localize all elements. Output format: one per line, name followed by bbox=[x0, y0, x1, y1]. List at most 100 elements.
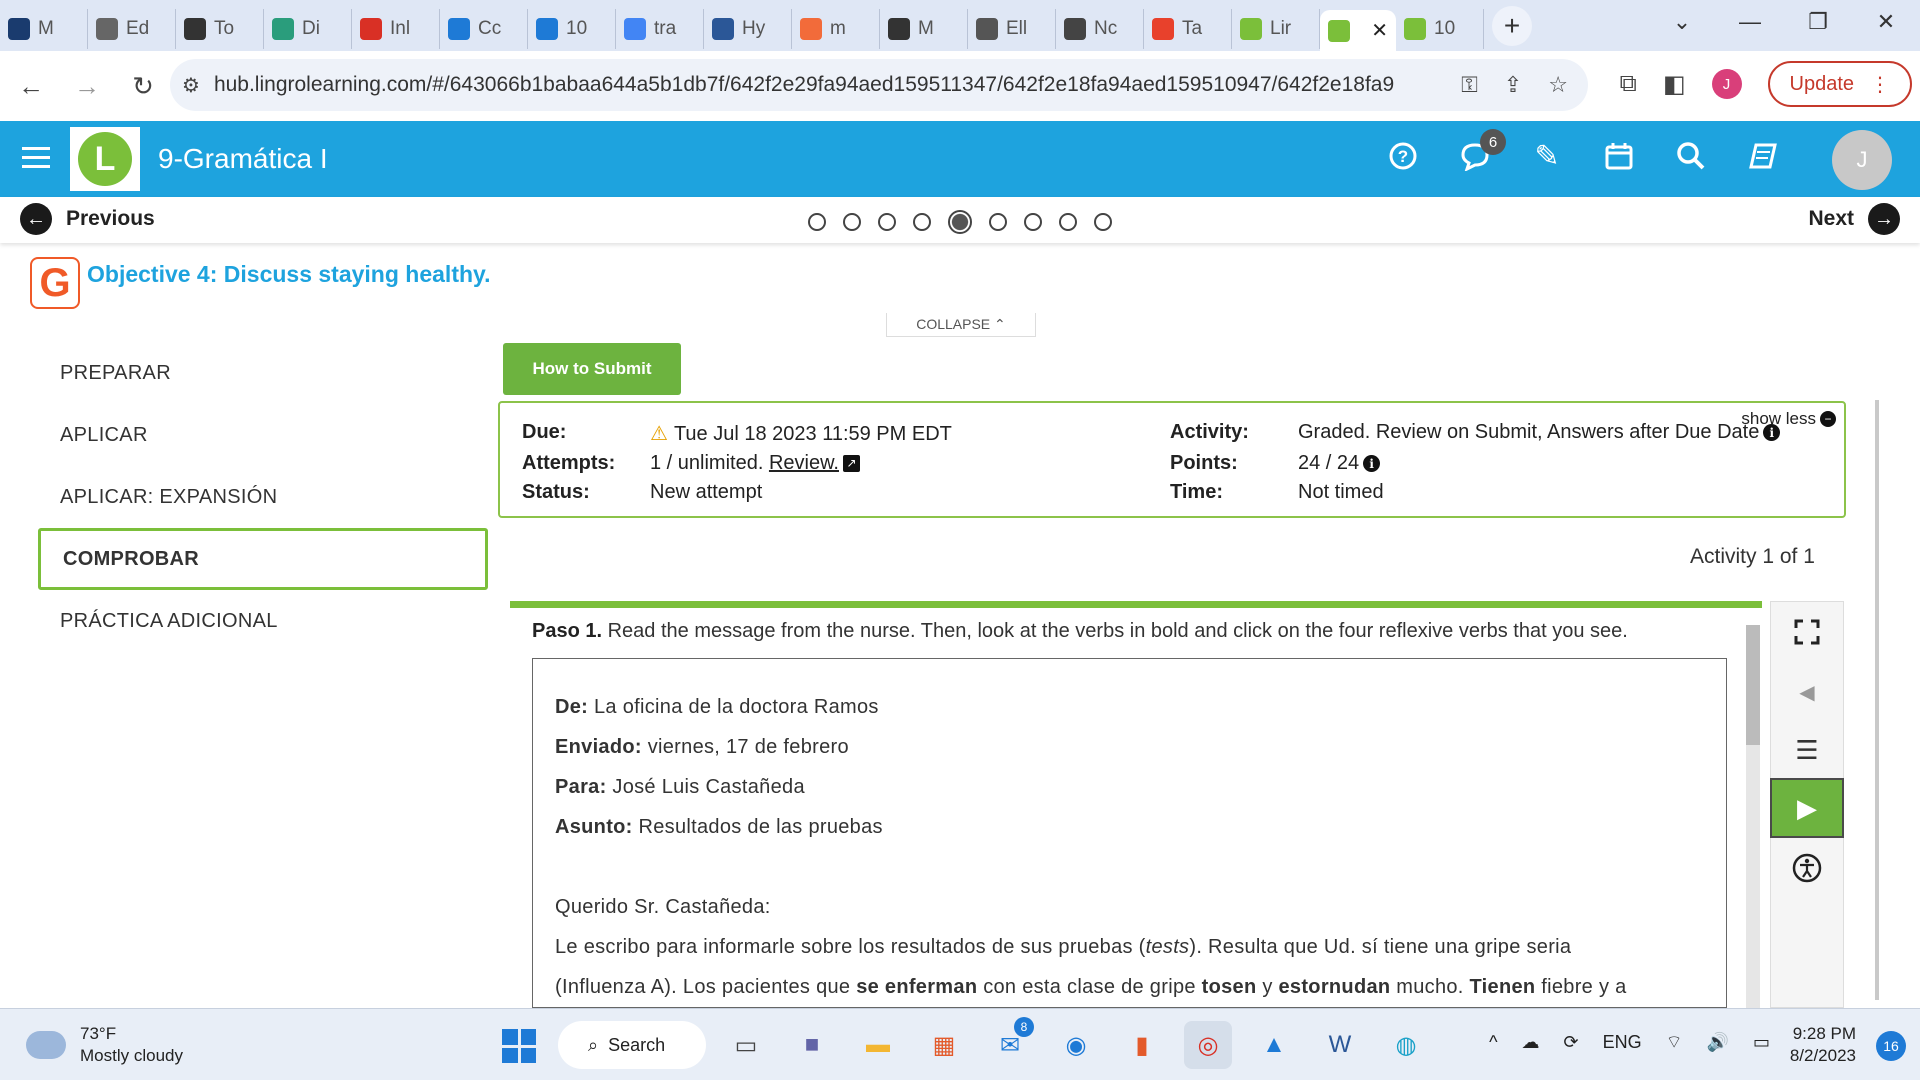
help-icon[interactable]: ? bbox=[1386, 139, 1420, 173]
onedrive-icon[interactable]: ☁ bbox=[1522, 1032, 1540, 1053]
browser-tab[interactable]: tra bbox=[616, 8, 704, 49]
review-link[interactable]: Review. bbox=[769, 452, 839, 474]
browser-tab[interactable]: Cc bbox=[440, 8, 528, 49]
browser-tab[interactable]: Lir bbox=[1232, 8, 1320, 49]
edge-icon[interactable]: ◍ bbox=[1382, 1021, 1430, 1069]
browser-tab[interactable]: Ed bbox=[88, 8, 176, 49]
bookmark-star-icon[interactable]: ☆ bbox=[1548, 72, 1568, 98]
back-button[interactable]: ← bbox=[6, 71, 56, 102]
close-window-button[interactable]: ✕ bbox=[1852, 9, 1920, 35]
reload-button[interactable]: ↻ bbox=[118, 71, 168, 102]
browser-tab[interactable]: M bbox=[880, 8, 968, 49]
page-dot[interactable] bbox=[1059, 213, 1077, 231]
fullscreen-icon[interactable] bbox=[1771, 602, 1843, 662]
teams-icon[interactable]: ■ bbox=[788, 1021, 836, 1069]
weather-widget[interactable]: 73°F Mostly cloudy bbox=[26, 1021, 183, 1067]
menu-list-icon[interactable]: ☰ bbox=[1771, 720, 1843, 780]
browser-tab[interactable]: Ta bbox=[1144, 8, 1232, 49]
forward-button[interactable]: → bbox=[62, 71, 112, 102]
extensions-icon[interactable]: ⧉ bbox=[1620, 70, 1637, 98]
browser-tab[interactable]: Di bbox=[264, 8, 352, 49]
user-avatar[interactable]: J bbox=[1832, 130, 1892, 190]
page-dot[interactable] bbox=[989, 213, 1007, 231]
address-bar[interactable]: ⚙ hub.lingrolearning.com/#/643066b1babaa… bbox=[170, 59, 1588, 111]
page-dot[interactable] bbox=[913, 213, 931, 231]
browser-tab[interactable]: Inl bbox=[352, 8, 440, 49]
browser-tab[interactable]: M bbox=[0, 8, 88, 49]
sync-icon[interactable]: ⟳ bbox=[1564, 1032, 1579, 1053]
restore-button[interactable]: ❐ bbox=[1784, 9, 1852, 35]
verb-option[interactable]: tosen bbox=[1202, 976, 1257, 998]
task-view-icon[interactable]: ▭ bbox=[722, 1021, 770, 1069]
mail-icon[interactable]: ✉ 8 bbox=[986, 1017, 1034, 1069]
close-tab-icon[interactable]: ✕ bbox=[1371, 18, 1388, 43]
browser-tab[interactable]: Hy bbox=[704, 8, 792, 49]
clock[interactable]: 9:28 PM 8/2/2023 bbox=[1790, 1023, 1856, 1067]
collapse-button[interactable]: COLLAPSE ⌃ bbox=[886, 313, 1036, 337]
page-dot[interactable] bbox=[948, 210, 972, 234]
office-icon[interactable]: ▮ bbox=[1118, 1021, 1166, 1069]
verb-option[interactable]: Tienen bbox=[1470, 976, 1536, 998]
play-next-button[interactable]: ▶ bbox=[1770, 778, 1844, 838]
battery-icon[interactable]: ▭ bbox=[1753, 1032, 1770, 1053]
page-dot[interactable] bbox=[843, 213, 861, 231]
sidebar-item[interactable]: PREPARAR bbox=[38, 342, 488, 404]
browser-tab[interactable]: 10 bbox=[528, 8, 616, 49]
notebook-icon[interactable] bbox=[1746, 139, 1780, 173]
word-icon[interactable]: W bbox=[1316, 1021, 1364, 1069]
page-scrollbar[interactable] bbox=[1875, 400, 1879, 1000]
volume-icon[interactable]: 🔊 bbox=[1707, 1032, 1729, 1053]
chat-icon[interactable]: 6 bbox=[1458, 129, 1506, 173]
back-arrow-icon[interactable]: ◀ bbox=[1771, 662, 1843, 722]
calendar-icon[interactable] bbox=[1602, 139, 1636, 173]
app-icon[interactable]: ◉ bbox=[1052, 1021, 1100, 1069]
previous-button[interactable]: ← Previous bbox=[20, 203, 155, 235]
next-button[interactable]: Next → bbox=[1808, 203, 1900, 235]
external-link-icon[interactable]: ↗ bbox=[842, 455, 860, 473]
tab-search-icon[interactable]: ⌄ bbox=[1648, 9, 1716, 35]
notification-badge[interactable]: 16 bbox=[1876, 1031, 1906, 1061]
verb-option[interactable]: estornudan bbox=[1279, 976, 1391, 998]
page-dot[interactable] bbox=[1024, 213, 1042, 231]
info-icon[interactable]: i bbox=[1363, 455, 1381, 473]
store-icon[interactable]: ▦ bbox=[920, 1021, 968, 1069]
info-icon[interactable]: i bbox=[1763, 424, 1781, 442]
browser-tab[interactable]: To bbox=[176, 8, 264, 49]
photos-icon[interactable]: ▲ bbox=[1250, 1021, 1298, 1069]
browser-tab[interactable]: 10 bbox=[1396, 8, 1484, 49]
hamburger-menu-icon[interactable] bbox=[22, 147, 50, 169]
verb-option[interactable]: se enferman bbox=[856, 976, 977, 998]
sidebar-item[interactable]: APLICAR: EXPANSIÓN bbox=[38, 466, 488, 528]
browser-tab[interactable]: ✕ bbox=[1320, 10, 1396, 51]
file-explorer-icon[interactable]: ▬ bbox=[854, 1021, 902, 1069]
profile-avatar[interactable]: J bbox=[1711, 69, 1742, 99]
url-text[interactable]: hub.lingrolearning.com/#/643066b1babaa64… bbox=[214, 73, 1394, 97]
browser-tab[interactable]: Ell bbox=[968, 8, 1056, 49]
lingro-logo[interactable]: L bbox=[70, 127, 140, 191]
browser-tab[interactable]: m bbox=[792, 8, 880, 49]
page-dot[interactable] bbox=[808, 213, 826, 231]
taskbar-search[interactable]: ⌕ Search bbox=[558, 1021, 706, 1069]
page-dot[interactable] bbox=[878, 213, 896, 231]
update-button[interactable]: Update ⋮ bbox=[1767, 61, 1912, 107]
sidebar-item[interactable]: COMPROBAR bbox=[38, 528, 488, 590]
password-key-icon[interactable]: ⚿ bbox=[1461, 72, 1478, 98]
sidebar-item[interactable]: APLICAR bbox=[38, 404, 488, 466]
site-info-icon[interactable]: ⚙ bbox=[182, 73, 200, 98]
share-icon[interactable]: ⇪ bbox=[1504, 72, 1522, 98]
start-button[interactable] bbox=[502, 1029, 536, 1063]
chevron-up-icon[interactable]: ^ bbox=[1489, 1032, 1497, 1053]
search-icon[interactable] bbox=[1674, 139, 1708, 173]
wifi-icon[interactable]: ⌔ bbox=[1666, 1031, 1683, 1054]
sidebar-item[interactable]: PRÁCTICA ADICIONAL bbox=[38, 590, 488, 652]
language-indicator[interactable]: ENG bbox=[1603, 1032, 1642, 1053]
new-tab-button[interactable]: + bbox=[1492, 5, 1532, 46]
browser-tab[interactable]: Nc bbox=[1056, 8, 1144, 49]
chrome-icon[interactable]: ◎ bbox=[1184, 1021, 1232, 1069]
accessibility-icon[interactable] bbox=[1771, 838, 1843, 898]
how-to-submit-button[interactable]: How to Submit bbox=[503, 343, 681, 395]
side-panel-icon[interactable]: ◧ bbox=[1663, 70, 1686, 99]
content-scrollbar[interactable] bbox=[1746, 625, 1760, 1008]
minimize-button[interactable]: — bbox=[1716, 9, 1784, 35]
page-dot[interactable] bbox=[1094, 213, 1112, 231]
